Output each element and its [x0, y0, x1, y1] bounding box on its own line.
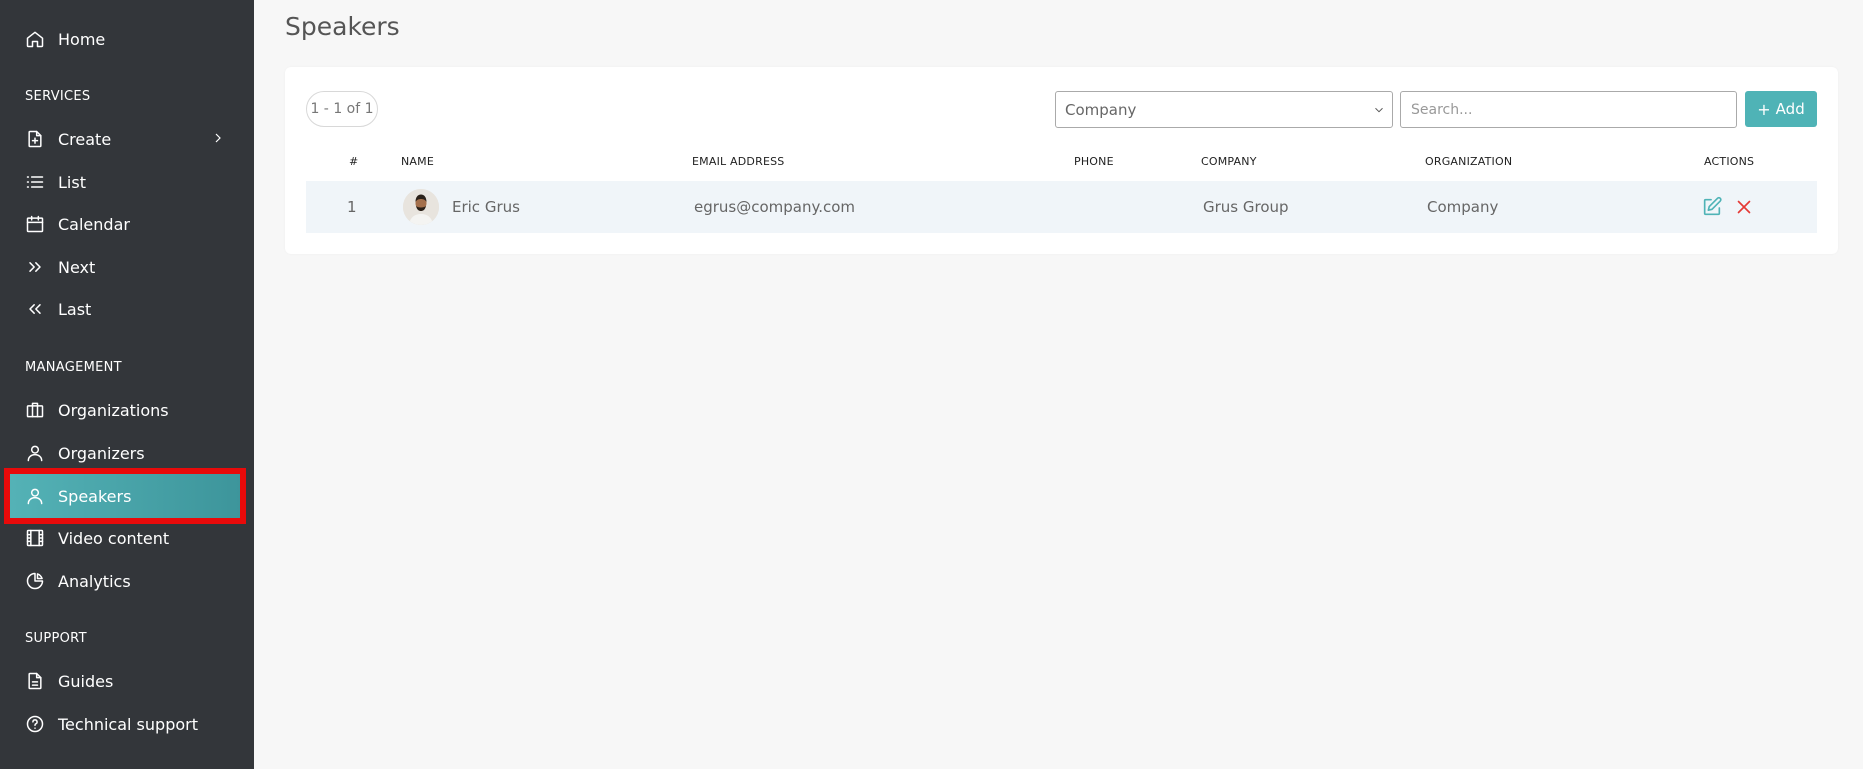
- speaker-name[interactable]: Eric Grus: [452, 198, 520, 216]
- speaker-organization: Company: [1427, 198, 1499, 216]
- sidebar-item-create[interactable]: Create: [10, 117, 240, 161]
- sidebar-item-label: Guides: [58, 671, 114, 691]
- help-circle-icon: [24, 713, 46, 735]
- sidebar-item-list[interactable]: List: [10, 160, 240, 204]
- sidebar-item-label: Technical support: [58, 714, 198, 734]
- sidebar: Home SERVICES Create List Calendar Next …: [0, 0, 254, 769]
- double-chevron-right-icon: [24, 256, 46, 278]
- document-icon: [24, 670, 46, 692]
- section-label-support: SUPPORT: [25, 631, 87, 646]
- user-icon: [24, 442, 46, 464]
- sidebar-item-label: Organizers: [58, 443, 145, 463]
- speaker-email: egrus@company.com: [694, 198, 856, 216]
- film-icon: [24, 527, 46, 549]
- sidebar-item-label: Speakers: [58, 486, 132, 506]
- calendar-icon: [24, 213, 46, 235]
- sidebar-item-label: Analytics: [58, 571, 131, 591]
- add-button[interactable]: + Add: [1745, 91, 1817, 127]
- sidebar-item-analytics[interactable]: Analytics: [10, 559, 240, 603]
- sidebar-item-label: Calendar: [58, 214, 130, 234]
- table-row: 1 Eric Grus egrus@company.com Grus Group…: [306, 181, 1817, 233]
- search-input[interactable]: [1400, 91, 1737, 128]
- speaker-company: Grus Group: [1203, 198, 1289, 216]
- pie-chart-icon: [24, 570, 46, 592]
- plus-icon: +: [1757, 99, 1771, 119]
- column-header-index: #: [349, 155, 359, 168]
- avatar: [403, 189, 439, 225]
- add-button-label: Add: [1775, 100, 1805, 118]
- sidebar-item-label: Next: [58, 257, 96, 277]
- row-index: 1: [347, 198, 357, 216]
- company-select[interactable]: Company: [1055, 91, 1393, 128]
- double-chevron-left-icon: [24, 298, 46, 320]
- sidebar-item-last[interactable]: Last: [10, 287, 240, 331]
- sidebar-item-label: Last: [58, 299, 92, 319]
- company-select-value: Company: [1065, 100, 1137, 119]
- sidebar-item-organizers[interactable]: Organizers: [10, 431, 240, 475]
- file-plus-icon: [24, 128, 46, 150]
- sidebar-item-label: Video content: [58, 528, 170, 548]
- briefcase-icon: [24, 399, 46, 421]
- sidebar-item-label: Home: [58, 29, 106, 49]
- sidebar-item-label: Create: [58, 129, 112, 149]
- delete-icon[interactable]: [1733, 196, 1755, 218]
- column-header-organization[interactable]: ORGANIZATION: [1425, 155, 1512, 168]
- sidebar-item-home[interactable]: Home: [10, 17, 240, 61]
- column-header-company[interactable]: COMPANY: [1201, 155, 1257, 168]
- sidebar-item-organizations[interactable]: Organizations: [10, 388, 240, 432]
- sidebar-item-guides[interactable]: Guides: [10, 659, 240, 703]
- sidebar-item-label: Organizations: [58, 400, 169, 420]
- user-icon: [24, 485, 46, 507]
- column-header-phone[interactable]: PHONE: [1074, 155, 1114, 168]
- edit-icon[interactable]: [1701, 196, 1723, 218]
- section-label-services: SERVICES: [25, 89, 91, 104]
- page-title: Speakers: [285, 12, 400, 41]
- list-icon: [24, 171, 46, 193]
- home-icon: [24, 28, 46, 50]
- pagination-info: 1 - 1 of 1: [306, 91, 378, 127]
- column-header-actions: ACTIONS: [1704, 155, 1755, 168]
- column-header-email[interactable]: EMAIL ADDRESS: [692, 155, 784, 168]
- sidebar-item-label: List: [58, 172, 86, 192]
- chevron-right-icon: [210, 130, 226, 146]
- section-label-management: MANAGEMENT: [25, 360, 122, 375]
- column-header-name[interactable]: NAME: [401, 155, 434, 168]
- sidebar-item-next[interactable]: Next: [10, 245, 240, 289]
- sidebar-item-calendar[interactable]: Calendar: [10, 202, 240, 246]
- sidebar-item-technical-support[interactable]: Technical support: [10, 702, 240, 746]
- sidebar-item-speakers[interactable]: Speakers: [4, 468, 246, 524]
- chevron-down-icon: [1372, 103, 1386, 117]
- sidebar-item-video-content[interactable]: Video content: [10, 516, 240, 560]
